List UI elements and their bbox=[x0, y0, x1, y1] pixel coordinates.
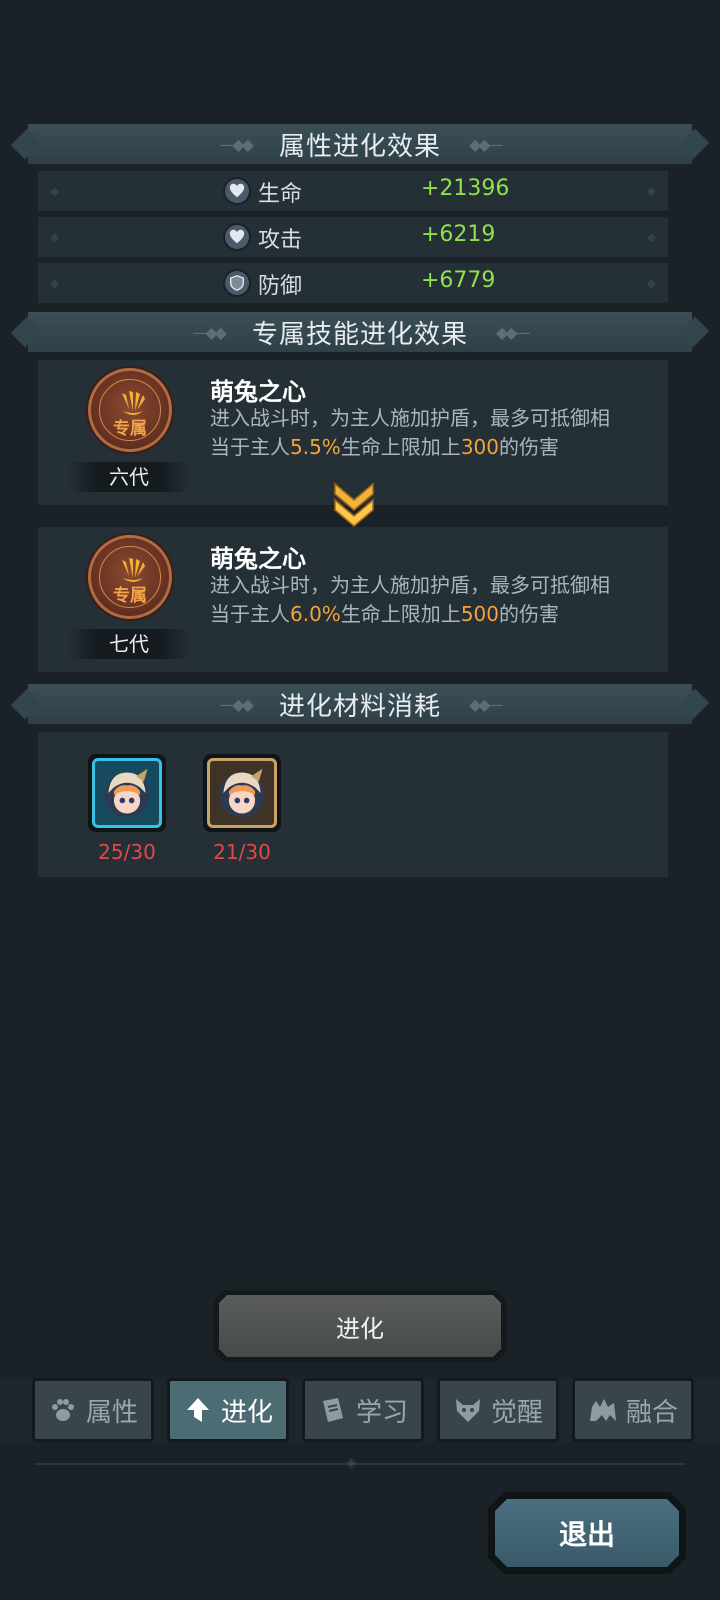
stat-value: +21396 bbox=[421, 176, 510, 201]
pet-portrait-icon bbox=[219, 768, 265, 818]
tab-label: 觉醒 bbox=[490, 1397, 543, 1428]
skill-card-next: 专属 七代 萌兔之心 进入战斗时，为主人施加护盾，最多可抵御相 当于主人6.0%… bbox=[38, 527, 668, 672]
tab-label: 融合 bbox=[625, 1397, 678, 1428]
materials-panel: 25/30 21/30 bbox=[38, 732, 668, 877]
skill-section-title: 专属技能进化效果 bbox=[251, 319, 468, 350]
material-item[interactable]: 21/30 bbox=[203, 754, 281, 864]
exit-button-label: 退出 bbox=[558, 1518, 615, 1551]
tab-label: 进化 bbox=[220, 1397, 273, 1428]
paw-icon bbox=[51, 1399, 74, 1421]
ornament-left-icon: —◆◆ bbox=[219, 694, 254, 714]
skill-name: 萌兔之心 bbox=[210, 545, 306, 573]
materials-section-title: 进化材料消耗 bbox=[278, 691, 441, 722]
pet-portrait-icon bbox=[104, 768, 150, 818]
material-frame[interactable] bbox=[88, 754, 166, 832]
exclusive-skill-medal-icon: 专属 bbox=[88, 535, 172, 619]
stat-row-defense: ◆ ◆ 防御 +6779 bbox=[38, 263, 668, 303]
attribute-section-header: —◆◆ 属性进化效果 ◆◆— bbox=[10, 124, 710, 164]
stat-value: +6219 bbox=[421, 222, 496, 247]
tab-label: 属性 bbox=[85, 1397, 138, 1428]
exclusive-skill-medal-icon: 专属 bbox=[88, 368, 172, 452]
material-count: 21/30 bbox=[213, 840, 271, 864]
skill-name: 萌兔之心 bbox=[210, 378, 306, 406]
skill-badge: 专属 bbox=[113, 586, 147, 606]
shield-icon bbox=[223, 269, 251, 297]
double-chevron-down-icon bbox=[334, 482, 374, 527]
material-item[interactable]: 25/30 bbox=[88, 754, 166, 864]
ornament-left-icon: —◆◆ bbox=[219, 134, 254, 154]
heart-shield-icon bbox=[223, 223, 251, 251]
evolve-button-label: 进化 bbox=[336, 1314, 384, 1343]
ornament-right-icon: ◆◆— bbox=[496, 322, 531, 342]
stat-label: 生命 bbox=[258, 182, 303, 207]
exit-button[interactable]: 退出 bbox=[488, 1492, 686, 1574]
beast-icon bbox=[589, 1399, 616, 1421]
material-frame[interactable] bbox=[203, 754, 281, 832]
heart-shield-icon bbox=[223, 177, 251, 205]
stat-label: 防御 bbox=[258, 274, 303, 299]
materials-section-header: —◆◆ 进化材料消耗 ◆◆— bbox=[10, 684, 710, 724]
wolf-icon bbox=[455, 1399, 480, 1422]
ornament-right-icon: ◆◆— bbox=[469, 694, 504, 714]
skill-description: 进入战斗时，为主人施加护盾，最多可抵御相 当于主人5.5%生命上限加上300的伤… bbox=[210, 406, 610, 459]
tab-learn[interactable]: 学习 bbox=[302, 1378, 424, 1442]
material-count: 25/30 bbox=[98, 840, 156, 864]
tab-label: 学习 bbox=[355, 1397, 408, 1428]
stat-label: 攻击 bbox=[258, 228, 303, 253]
ornament-left-icon: —◆◆ bbox=[192, 322, 227, 342]
tab-evolve[interactable]: 进化 bbox=[167, 1378, 289, 1442]
evolve-button[interactable]: 进化 bbox=[214, 1290, 506, 1362]
divider-ornament-icon: ◈ bbox=[346, 1455, 357, 1471]
generation-label: 七代 bbox=[68, 629, 190, 659]
stat-value: +6779 bbox=[421, 268, 496, 293]
skill-badge: 专属 bbox=[113, 419, 147, 439]
tab-fusion[interactable]: 融合 bbox=[572, 1378, 694, 1442]
tab-awaken[interactable]: 觉醒 bbox=[437, 1378, 559, 1442]
attribute-section-title: 属性进化效果 bbox=[278, 131, 441, 162]
generation-label: 六代 bbox=[68, 462, 190, 492]
stat-row-hp: ◆ ◆ 生命 +21396 bbox=[38, 171, 668, 211]
tab-attributes[interactable]: 属性 bbox=[32, 1378, 154, 1442]
skill-section-header: —◆◆ 专属技能进化效果 ◆◆— bbox=[10, 312, 710, 352]
book-icon bbox=[322, 1398, 343, 1422]
arrow-up-icon bbox=[186, 1398, 209, 1422]
skill-description: 进入战斗时，为主人施加护盾，最多可抵御相 当于主人6.0%生命上限加上500的伤… bbox=[210, 573, 610, 626]
divider bbox=[34, 1463, 686, 1465]
ornament-right-icon: ◆◆— bbox=[469, 134, 504, 154]
stat-row-attack: ◆ ◆ 攻击 +6219 bbox=[38, 217, 668, 257]
